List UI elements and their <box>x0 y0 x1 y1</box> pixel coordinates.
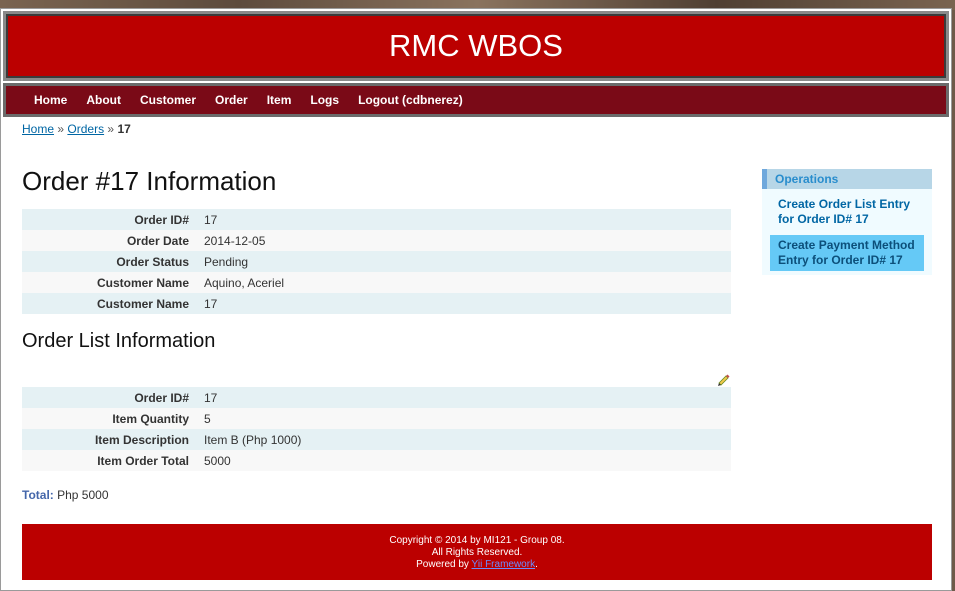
detail-label: Customer Name <box>96 296 189 311</box>
breadcrumb: Home » Orders » 17 <box>22 122 131 136</box>
total-value: Php 5000 <box>57 488 109 502</box>
menu-item-home[interactable]: Home <box>34 93 67 107</box>
detail-label: Order ID# <box>134 212 189 227</box>
create-payment-method-entry-link[interactable]: Create Payment Method Entry for Order ID… <box>770 235 924 271</box>
create-order-list-entry-link[interactable]: Create Order List Entry for Order ID# 17 <box>770 194 924 230</box>
breadcrumb-current: 17 <box>117 122 131 136</box>
detail-label: Order Date <box>126 233 189 248</box>
operations-title: Operations <box>762 169 932 189</box>
footer-powered: Powered by Yii Framework. <box>22 559 932 571</box>
detail-label: Item Quantity <box>112 411 189 426</box>
table-row: Item Order Total 5000 <box>22 450 731 471</box>
breadcrumb-home-link[interactable]: Home <box>22 122 54 136</box>
table-row: Order ID# 17 <box>22 209 731 230</box>
menu-item-about[interactable]: About <box>86 93 121 107</box>
order-list-title: Order List Information <box>22 330 216 352</box>
menu-item-order[interactable]: Order <box>215 93 248 107</box>
table-row: Item Description Item B (Php 1000) <box>22 429 731 450</box>
footer-copyright: Copyright © 2014 by MI121 - Group 08. <box>389 535 565 546</box>
detail-label: Item Description <box>94 432 189 447</box>
menu-item-item[interactable]: Item <box>267 93 292 107</box>
table-row: Customer Name 17 <box>22 293 731 314</box>
total-label: Total: <box>22 488 54 502</box>
table-row: Order Date 2014-12-05 <box>22 230 731 251</box>
header: RMC WBOS <box>3 11 949 81</box>
pencil-icon[interactable] <box>716 373 730 387</box>
detail-value: 5 <box>204 411 211 426</box>
site-logo: RMC WBOS <box>389 28 563 63</box>
table-row: Customer Name Aquino, Aceriel <box>22 272 731 293</box>
detail-value: 2014-12-05 <box>204 233 266 248</box>
footer-powered-suffix: . <box>535 559 538 570</box>
order-total: Total: Php 5000 <box>22 488 109 502</box>
menu-item-logout[interactable]: Logout (cdbnerez) <box>358 93 463 107</box>
footer-powered-prefix: Powered by <box>416 559 469 570</box>
footer-rights: All Rights Reserved. <box>431 547 523 558</box>
breadcrumb-separator: » <box>57 122 65 136</box>
menu-item-customer[interactable]: Customer <box>140 93 196 107</box>
table-row: Order ID# 17 <box>22 387 731 408</box>
detail-label: Item Order Total <box>97 453 189 468</box>
detail-value: 17 <box>204 212 218 227</box>
detail-value: Aquino, Aceriel <box>204 275 285 290</box>
detail-value: 17 <box>204 296 218 311</box>
page-title: Order #17 Information <box>22 166 277 196</box>
breadcrumb-separator: » <box>107 122 115 136</box>
detail-label: Customer Name <box>96 275 189 290</box>
page-container: RMC WBOS Home About Customer Order Item … <box>0 8 952 591</box>
detail-label: Order Status <box>116 254 189 269</box>
main-menu: Home About Customer Order Item Logs Logo… <box>3 83 949 117</box>
menu-item-logs[interactable]: Logs <box>310 93 339 107</box>
detail-value: Item B (Php 1000) <box>204 432 302 447</box>
order-list-detail-table: Order ID# 17 Item Quantity 5 Item Descri… <box>22 387 731 471</box>
detail-value: 17 <box>204 390 218 405</box>
detail-value: Pending <box>204 254 249 269</box>
operations-sidebar: Operations Create Order List Entry for O… <box>762 169 932 275</box>
table-row: Item Quantity 5 <box>22 408 731 429</box>
order-detail-table: Order ID# 17 Order Date 2014-12-05 Order… <box>22 209 731 314</box>
breadcrumb-orders-link[interactable]: Orders <box>67 122 104 136</box>
footer: Copyright © 2014 by MI121 - Group 08. Al… <box>22 524 932 580</box>
detail-value: 5000 <box>204 453 231 468</box>
yii-framework-link[interactable]: Yii Framework <box>472 559 536 570</box>
header-banner: RMC WBOS <box>6 14 946 78</box>
table-row: Order Status Pending <box>22 251 731 272</box>
detail-label: Order ID# <box>134 390 189 405</box>
